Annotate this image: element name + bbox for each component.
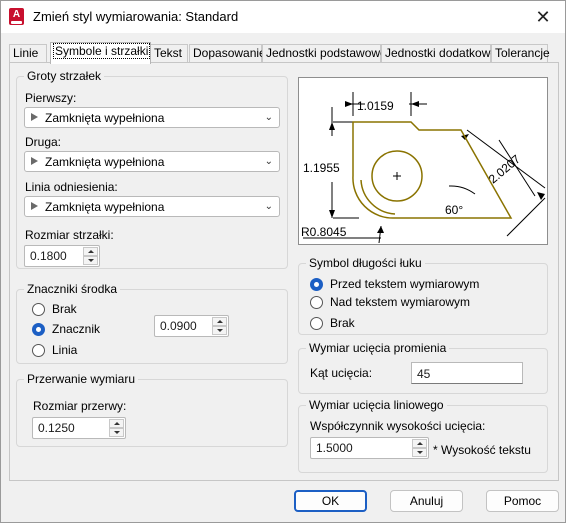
spin-down-button[interactable]: [212, 326, 227, 335]
linear-jog-group: Wymiar ucięcia liniowego Współczynnik wy…: [298, 398, 548, 473]
jog-height-factor-label: Współczynnik wysokości ucięcia:: [310, 419, 486, 433]
arrow-size-value: 0.1800: [30, 249, 67, 263]
break-size-value: 0.1250: [38, 421, 75, 435]
tab-lines[interactable]: Linie: [9, 44, 47, 63]
spin-down-button[interactable]: [83, 256, 98, 265]
spin-up-button[interactable]: [212, 317, 227, 326]
filled-arrow-icon: [31, 157, 38, 165]
tab-tolerances[interactable]: Tolerancje: [491, 44, 550, 63]
arrow-size-label: Rozmiar strzałki:: [25, 228, 114, 242]
jog-angle-value: 45: [417, 367, 431, 381]
arrowheads-group-label: Groty strzałek: [24, 69, 105, 83]
preview-dim-radius: R0.8045: [301, 225, 347, 239]
tab-strip: Linie Symbole i strzałki Tekst Dopasowan…: [9, 42, 559, 64]
arc-length-group: Symbol długości łuku Przed tekstem wymia…: [298, 256, 548, 335]
tab-symbols-arrows[interactable]: Symbole i strzałki: [50, 42, 151, 64]
spin-down-button[interactable]: [412, 448, 427, 457]
autocad-app-icon: A: [9, 8, 24, 25]
break-size-label: Rozmiar przerwy:: [33, 399, 127, 413]
preview-part-outline: [352, 121, 513, 219]
arc-above-text-radio[interactable]: [310, 296, 323, 309]
preview-drawing: 1.0159 1.1955 2.0207 60° R0.8045: [301, 92, 546, 244]
filled-arrow-icon: [31, 202, 38, 210]
dim-break-group: Przerwanie wymiaru Rozmiar przerwy: 0.12…: [16, 372, 288, 447]
preview-dim-angle: 60°: [445, 203, 463, 217]
first-arrow-select[interactable]: Zamknięta wypełniona ⌄: [24, 107, 280, 128]
chevron-down-icon: ⌄: [264, 201, 273, 212]
jog-height-factor-value: 1.5000: [316, 441, 353, 455]
second-arrow-label: Druga:: [25, 135, 62, 149]
leader-arrow-select[interactable]: Zamknięta wypełniona ⌄: [24, 196, 280, 217]
arrowheads-group: Groty strzałek Pierwszy: Zamknięta wypeł…: [16, 69, 288, 269]
arc-length-group-label: Symbol długości łuku: [306, 256, 425, 270]
center-mark-none-label: Brak: [52, 302, 77, 316]
arrow-size-spinner[interactable]: 0.1800: [24, 245, 100, 267]
center-mark-none-radio[interactable]: [32, 303, 45, 316]
arc-before-text-label: Przed tekstem wymiarowym: [330, 277, 480, 291]
radius-jog-group: Wymiar ucięcia promienia Kąt ucięcia: 45: [298, 341, 548, 394]
tab-panel: Groty strzałek Pierwszy: Zamknięta wypeł…: [9, 62, 559, 481]
tab-primary-units[interactable]: Jednostki podstawowe: [262, 44, 387, 63]
window-title: Zmień styl wymiarowania: Standard: [33, 9, 239, 24]
center-mark-line-label: Linia: [52, 343, 78, 357]
ok-button[interactable]: OK: [294, 490, 367, 512]
title-bar: A Zmień styl wymiarowania: Standard ✕: [1, 1, 565, 33]
preview-dim-top: 1.0159: [357, 99, 394, 113]
arc-none-radio[interactable]: [310, 317, 323, 330]
spin-up-button[interactable]: [412, 439, 427, 448]
spin-up-button[interactable]: [109, 419, 124, 428]
arc-before-text-radio[interactable]: [310, 278, 323, 291]
text-height-suffix: * Wysokość tekstu: [433, 443, 531, 457]
cancel-button[interactable]: Anuluj: [390, 490, 463, 512]
chevron-down-icon: ⌄: [264, 156, 273, 167]
tab-fit[interactable]: Dopasowanie: [189, 44, 266, 63]
second-arrow-select[interactable]: Zamknięta wypełniona ⌄: [24, 151, 280, 172]
arc-none-label: Brak: [330, 316, 355, 330]
center-marks-group: Znaczniki środka Brak Znacznik Linia 0.0…: [16, 282, 288, 364]
help-button[interactable]: Pomoc: [486, 490, 559, 512]
jog-angle-input[interactable]: 45: [411, 362, 523, 384]
linear-jog-group-label: Wymiar ucięcia liniowego: [306, 398, 447, 412]
tab-alternate-units[interactable]: Jednostki dodatkowe: [381, 44, 497, 63]
first-arrow-label: Pierwszy:: [25, 91, 77, 105]
spin-up-button[interactable]: [83, 247, 98, 256]
break-size-spinner[interactable]: 0.1250: [32, 417, 126, 439]
center-mark-size-spinner[interactable]: 0.0900: [154, 315, 229, 337]
tab-text[interactable]: Tekst: [150, 44, 188, 63]
second-arrow-value: Zamknięta wypełniona: [45, 155, 165, 169]
arc-above-text-label: Nad tekstem wymiarowym: [330, 295, 471, 309]
spin-down-button[interactable]: [109, 428, 124, 437]
first-arrow-value: Zamknięta wypełniona: [45, 111, 165, 125]
radius-jog-group-label: Wymiar ucięcia promienia: [306, 341, 450, 355]
leader-arrow-label: Linia odniesienia:: [25, 180, 118, 194]
jog-height-factor-spinner[interactable]: 1.5000: [310, 437, 429, 459]
filled-arrow-icon: [31, 113, 38, 121]
center-mark-mark-radio[interactable]: [32, 323, 45, 336]
jog-angle-label: Kąt ucięcia:: [310, 366, 373, 380]
chevron-down-icon: ⌄: [264, 112, 273, 123]
center-mark-line-radio[interactable]: [32, 344, 45, 357]
center-mark-mark-label: Znacznik: [52, 322, 101, 336]
center-marks-group-label: Znaczniki środka: [24, 282, 121, 296]
dialog-window: A Zmień styl wymiarowania: Standard ✕ Li…: [0, 0, 566, 523]
style-preview: 1.0159 1.1955 2.0207 60° R0.8045: [298, 77, 548, 245]
close-button[interactable]: ✕: [529, 5, 557, 29]
center-mark-size-value: 0.0900: [160, 319, 197, 333]
dim-break-group-label: Przerwanie wymiaru: [24, 372, 139, 386]
preview-dim-left: 1.1955: [303, 161, 340, 175]
leader-arrow-value: Zamknięta wypełniona: [45, 200, 165, 214]
